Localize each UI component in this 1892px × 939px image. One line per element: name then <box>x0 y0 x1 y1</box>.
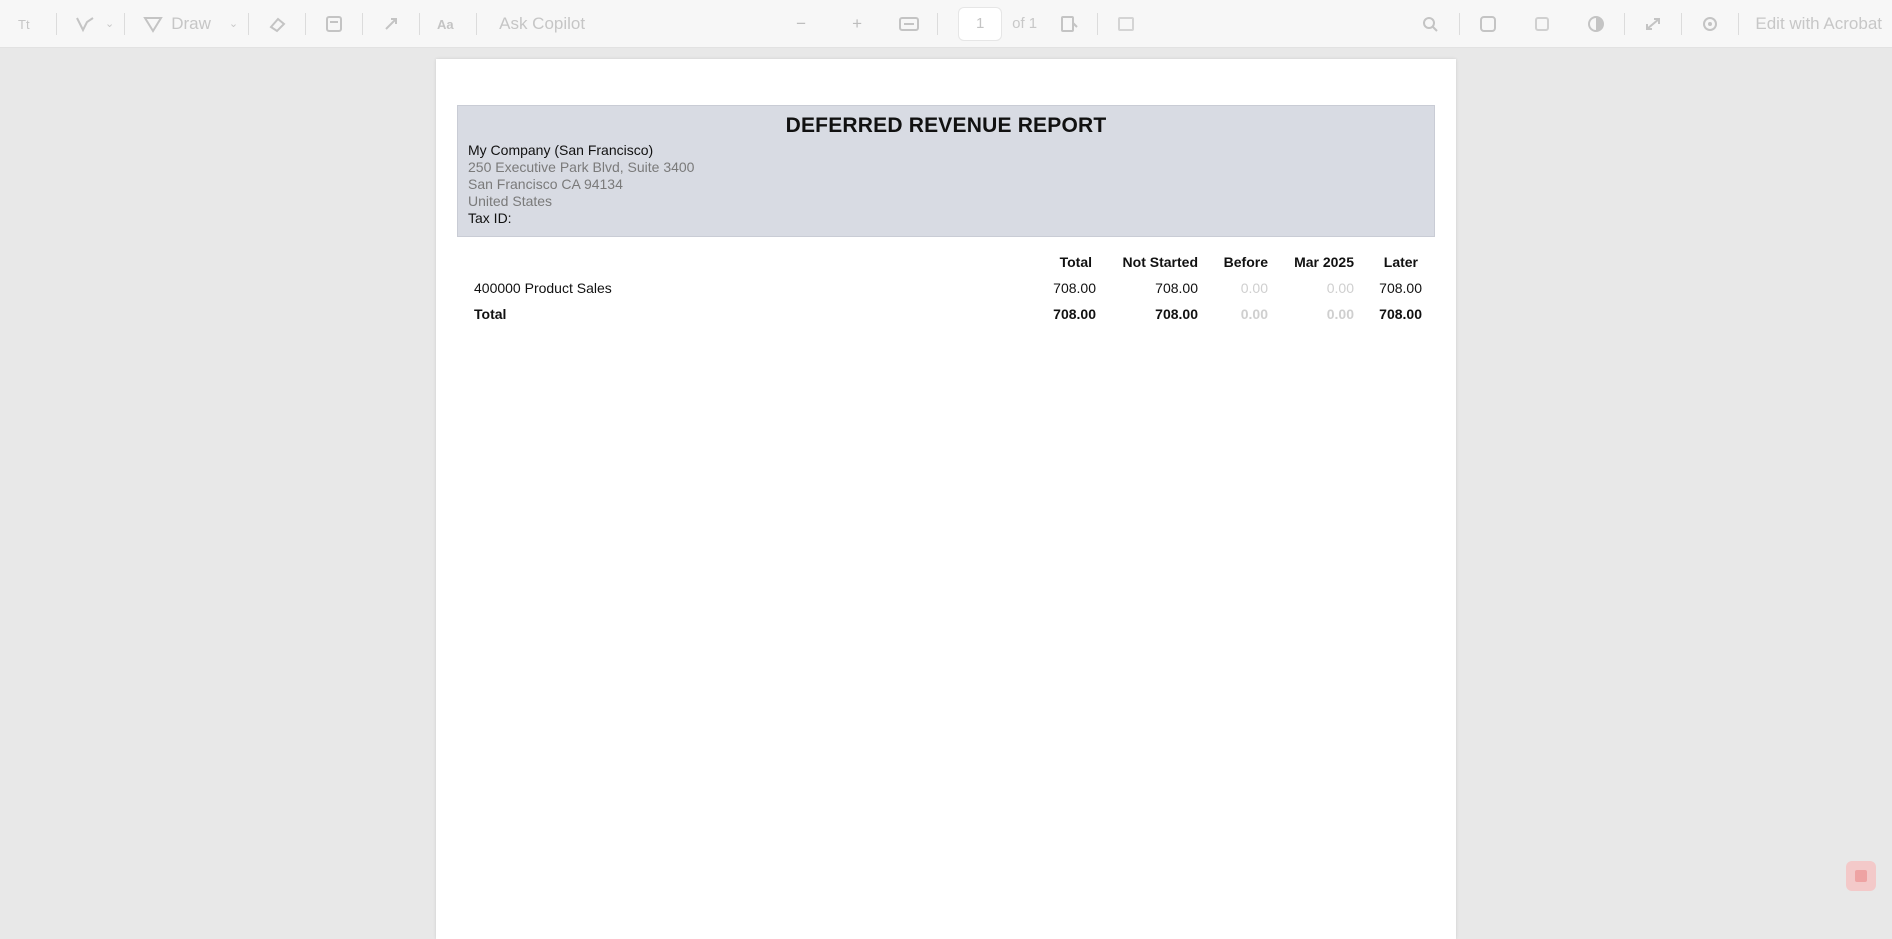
toolbar-divider <box>305 12 307 35</box>
toolbar-divider <box>124 12 126 35</box>
company-name: My Company (San Francisco) <box>468 142 654 158</box>
total-cell-later: 708.00 <box>1379 306 1422 322</box>
company-address-line3: United States <box>468 193 553 209</box>
company-address-line1: 250 Executive Park Blvd, Suite 3400 <box>468 159 695 175</box>
table-header-row: Total Not Started Before Mar 2025 Later <box>457 249 1435 275</box>
pdf-page: DEFERRED REVENUE REPORT My Company (San … <box>436 59 1456 939</box>
tax-id-label: Tax ID: <box>468 210 512 226</box>
total-label: Total <box>474 306 507 322</box>
search-icon[interactable] <box>1413 8 1449 40</box>
svg-text:Aa: Aa <box>437 17 454 32</box>
table-total-row: Total 708.00 708.00 0.00 0.00 708.00 <box>457 301 1435 327</box>
pdf-viewer-toolbar: Tt ⌄ Draw ⌄ Aa Ask Copilot − + 1 of 1 Ed… <box>0 0 1892 48</box>
toolbar-right-group: Edit with Acrobat <box>1413 8 1882 40</box>
toolbar-divider <box>1624 12 1626 35</box>
page-count: of 1 <box>1012 15 1038 32</box>
total-cell-mar-2025: 0.00 <box>1326 306 1354 322</box>
total-cell-total: 708.00 <box>1053 306 1096 322</box>
toolbar-divider <box>1097 12 1099 35</box>
eraser-icon[interactable] <box>259 8 295 40</box>
expand-icon[interactable] <box>1635 8 1671 40</box>
toolbar-divider <box>476 12 478 35</box>
toolbar-divider <box>1459 12 1461 35</box>
column-header-later: Later <box>1383 254 1418 270</box>
report-title: DEFERRED REVENUE REPORT <box>785 114 1107 137</box>
column-header-mar-2025: Mar 2025 <box>1294 254 1354 270</box>
cell-not-started: 708.00 <box>1155 280 1198 296</box>
column-header-not-started: Not Started <box>1122 254 1198 270</box>
report-header: DEFERRED REVENUE REPORT My Company (San … <box>457 105 1435 237</box>
floating-action-button[interactable] <box>1846 861 1876 891</box>
read-aloud-icon[interactable]: Aa <box>430 8 466 40</box>
rotate-icon[interactable] <box>373 8 409 40</box>
column-header-before: Before <box>1223 254 1268 270</box>
company-info: My Company (San Francisco) 250 Executive… <box>468 142 694 227</box>
cell-before: 0.00 <box>1240 280 1268 296</box>
account-label: 400000 Product Sales <box>474 280 612 296</box>
highlight-icon[interactable] <box>67 8 103 40</box>
page-number-input[interactable]: 1 <box>958 6 1003 41</box>
table-row: 400000 Product Sales 708.00 708.00 0.00 … <box>457 275 1435 301</box>
total-cell-before: 0.00 <box>1240 306 1268 322</box>
draw-label[interactable]: Draw <box>171 14 211 34</box>
toolbar-divider <box>1738 12 1740 35</box>
page-view-icon[interactable] <box>1051 8 1087 40</box>
total-cell-not-started: 708.00 <box>1155 306 1198 322</box>
zoom-in-button[interactable]: + <box>839 8 875 40</box>
deferred-revenue-table: Total Not Started Before Mar 2025 Later … <box>457 249 1435 327</box>
cell-total: 708.00 <box>1053 280 1096 296</box>
svg-text:Tt: Tt <box>18 17 30 32</box>
toolbar-divider <box>56 12 57 35</box>
draw-icon[interactable] <box>135 8 171 40</box>
sidebar-toggle-icon[interactable] <box>1108 8 1144 40</box>
cell-mar-2025: 0.00 <box>1326 280 1354 296</box>
toolbar-divider <box>1681 12 1683 35</box>
cell-later: 708.00 <box>1379 280 1422 296</box>
zoom-out-button[interactable]: − <box>783 8 819 40</box>
column-header-total: Total <box>1059 254 1092 270</box>
draw-options-chevron-icon[interactable]: ⌄ <box>229 17 238 30</box>
extension-icon[interactable] <box>1578 8 1614 40</box>
toolbar-divider <box>937 12 939 35</box>
text-select-icon[interactable]: Tt <box>10 8 46 40</box>
ask-copilot-input[interactable]: Ask Copilot <box>495 8 773 40</box>
settings-gear-icon[interactable] <box>1692 8 1728 40</box>
app-badge-icon <box>1855 870 1867 882</box>
toolbar-divider <box>419 12 421 35</box>
print-icon[interactable] <box>316 8 352 40</box>
share-icon[interactable] <box>1524 8 1560 40</box>
fit-page-icon[interactable] <box>891 8 927 40</box>
toolbar-divider <box>362 12 364 35</box>
toolbar-divider <box>248 12 250 35</box>
save-icon[interactable] <box>1470 8 1506 40</box>
highlight-options-chevron-icon[interactable]: ⌄ <box>105 17 114 30</box>
edit-with-acrobat-button[interactable]: Edit with Acrobat <box>1755 14 1882 34</box>
company-address-line2: San Francisco CA 94134 <box>468 176 623 192</box>
